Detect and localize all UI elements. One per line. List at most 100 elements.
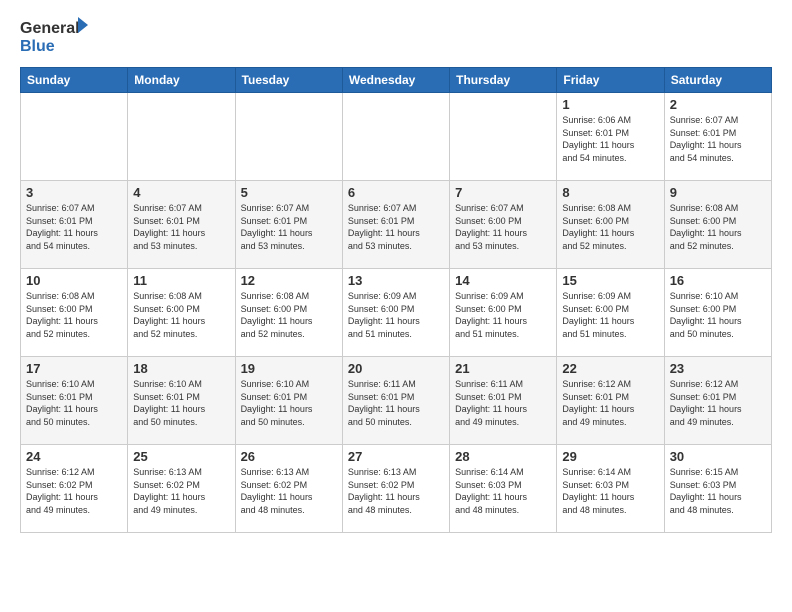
calendar-cell: 16 Sunrise: 6:10 AM Sunset: 6:00 PM Dayli… — [664, 269, 771, 357]
calendar-cell — [21, 93, 128, 181]
calendar-cell: 13 Sunrise: 6:09 AM Sunset: 6:00 PM Dayli… — [342, 269, 449, 357]
day-info: Sunrise: 6:10 AM Sunset: 6:01 PM Dayligh… — [26, 378, 122, 428]
day-info: Sunrise: 6:06 AM Sunset: 6:01 PM Dayligh… — [562, 114, 658, 164]
page: GeneralBlue SundayMondayTuesdayWednesday… — [0, 0, 792, 548]
day-number: 13 — [348, 273, 444, 288]
day-info: Sunrise: 6:08 AM Sunset: 6:00 PM Dayligh… — [241, 290, 337, 340]
day-info: Sunrise: 6:09 AM Sunset: 6:00 PM Dayligh… — [562, 290, 658, 340]
day-number: 24 — [26, 449, 122, 464]
weekday-header-row: SundayMondayTuesdayWednesdayThursdayFrid… — [21, 68, 772, 93]
day-info: Sunrise: 6:11 AM Sunset: 6:01 PM Dayligh… — [348, 378, 444, 428]
calendar-cell: 18Sunrise: 6:10 AM Sunset: 6:01 PM Dayli… — [128, 357, 235, 445]
day-info: Sunrise: 6:10 AM Sunset: 6:00 PM Dayligh… — [670, 290, 766, 340]
day-info: Sunrise: 6:13 AM Sunset: 6:02 PM Dayligh… — [348, 466, 444, 516]
calendar-cell: 26 Sunrise: 6:13 AM Sunset: 6:02 PM Dayli… — [235, 445, 342, 533]
calendar-cell: 6Sunrise: 6:07 AM Sunset: 6:01 PM Daylig… — [342, 181, 449, 269]
weekday-header-monday: Monday — [128, 68, 235, 93]
header: GeneralBlue — [20, 15, 772, 57]
day-info: Sunrise: 6:07 AM Sunset: 6:01 PM Dayligh… — [670, 114, 766, 164]
day-info: Sunrise: 6:13 AM Sunset: 6:02 PM Dayligh… — [133, 466, 229, 516]
day-number: 15 — [562, 273, 658, 288]
weekday-header-sunday: Sunday — [21, 68, 128, 93]
day-number: 7 — [455, 185, 551, 200]
day-number: 21 — [455, 361, 551, 376]
day-number: 23 — [670, 361, 766, 376]
day-info: Sunrise: 6:07 AM Sunset: 6:01 PM Dayligh… — [348, 202, 444, 252]
weekday-header-saturday: Saturday — [664, 68, 771, 93]
calendar-cell — [235, 93, 342, 181]
day-number: 29 — [562, 449, 658, 464]
day-info: Sunrise: 6:07 AM Sunset: 6:00 PM Dayligh… — [455, 202, 551, 252]
day-number: 19 — [241, 361, 337, 376]
day-number: 28 — [455, 449, 551, 464]
calendar-cell: 1 Sunrise: 6:06 AM Sunset: 6:01 PM Daylig… — [557, 93, 664, 181]
day-number: 4 — [133, 185, 229, 200]
day-number: 10 — [26, 273, 122, 288]
calendar-week-row: 1 Sunrise: 6:06 AM Sunset: 6:01 PM Daylig… — [21, 93, 772, 181]
day-info: Sunrise: 6:07 AM Sunset: 6:01 PM Dayligh… — [26, 202, 122, 252]
calendar-cell: 29 Sunrise: 6:14 AM Sunset: 6:03 PM Dayli… — [557, 445, 664, 533]
day-info: Sunrise: 6:10 AM Sunset: 6:01 PM Dayligh… — [241, 378, 337, 428]
day-number: 26 — [241, 449, 337, 464]
day-info: Sunrise: 6:14 AM Sunset: 6:03 PM Dayligh… — [562, 466, 658, 516]
day-number: 27 — [348, 449, 444, 464]
calendar-cell: 11 Sunrise: 6:08 AM Sunset: 6:00 PM Dayli… — [128, 269, 235, 357]
logo: GeneralBlue — [20, 15, 90, 57]
calendar-cell: 4 Sunrise: 6:07 AM Sunset: 6:01 PM Daylig… — [128, 181, 235, 269]
day-info: Sunrise: 6:07 AM Sunset: 6:01 PM Dayligh… — [241, 202, 337, 252]
calendar-cell: 8Sunrise: 6:08 AM Sunset: 6:00 PM Daylig… — [557, 181, 664, 269]
calendar-week-row: 24Sunrise: 6:12 AM Sunset: 6:02 PM Dayli… — [21, 445, 772, 533]
day-number: 9 — [670, 185, 766, 200]
calendar-cell: 25 Sunrise: 6:13 AM Sunset: 6:02 PM Dayli… — [128, 445, 235, 533]
calendar-cell: 17Sunrise: 6:10 AM Sunset: 6:01 PM Dayli… — [21, 357, 128, 445]
logo-svg: GeneralBlue — [20, 15, 90, 57]
calendar-cell — [342, 93, 449, 181]
day-info: Sunrise: 6:07 AM Sunset: 6:01 PM Dayligh… — [133, 202, 229, 252]
calendar-cell: 28 Sunrise: 6:14 AM Sunset: 6:03 PM Dayli… — [450, 445, 557, 533]
weekday-header-tuesday: Tuesday — [235, 68, 342, 93]
calendar-cell: 5 Sunrise: 6:07 AM Sunset: 6:01 PM Daylig… — [235, 181, 342, 269]
day-info: Sunrise: 6:12 AM Sunset: 6:01 PM Dayligh… — [670, 378, 766, 428]
calendar-cell: 30Sunrise: 6:15 AM Sunset: 6:03 PM Dayli… — [664, 445, 771, 533]
calendar-cell: 9 Sunrise: 6:08 AM Sunset: 6:00 PM Daylig… — [664, 181, 771, 269]
day-number: 20 — [348, 361, 444, 376]
day-info: Sunrise: 6:08 AM Sunset: 6:00 PM Dayligh… — [670, 202, 766, 252]
day-number: 2 — [670, 97, 766, 112]
calendar-cell: 2 Sunrise: 6:07 AM Sunset: 6:01 PM Daylig… — [664, 93, 771, 181]
svg-text:Blue: Blue — [20, 38, 55, 55]
day-info: Sunrise: 6:08 AM Sunset: 6:00 PM Dayligh… — [133, 290, 229, 340]
day-number: 16 — [670, 273, 766, 288]
calendar-cell: 7 Sunrise: 6:07 AM Sunset: 6:00 PM Daylig… — [450, 181, 557, 269]
svg-text:General: General — [20, 20, 80, 37]
day-info: Sunrise: 6:15 AM Sunset: 6:03 PM Dayligh… — [670, 466, 766, 516]
calendar-cell — [128, 93, 235, 181]
day-info: Sunrise: 6:08 AM Sunset: 6:00 PM Dayligh… — [26, 290, 122, 340]
calendar-cell: 23 Sunrise: 6:12 AM Sunset: 6:01 PM Dayli… — [664, 357, 771, 445]
calendar-table: SundayMondayTuesdayWednesdayThursdayFrid… — [20, 67, 772, 533]
calendar-cell: 24Sunrise: 6:12 AM Sunset: 6:02 PM Dayli… — [21, 445, 128, 533]
day-number: 25 — [133, 449, 229, 464]
calendar-week-row: 10 Sunrise: 6:08 AM Sunset: 6:00 PM Dayli… — [21, 269, 772, 357]
calendar-cell: 15 Sunrise: 6:09 AM Sunset: 6:00 PM Dayli… — [557, 269, 664, 357]
calendar-cell: 3 Sunrise: 6:07 AM Sunset: 6:01 PM Daylig… — [21, 181, 128, 269]
day-number: 11 — [133, 273, 229, 288]
day-number: 14 — [455, 273, 551, 288]
calendar-cell: 19 Sunrise: 6:10 AM Sunset: 6:01 PM Dayli… — [235, 357, 342, 445]
calendar-cell: 20 Sunrise: 6:11 AM Sunset: 6:01 PM Dayli… — [342, 357, 449, 445]
day-number: 12 — [241, 273, 337, 288]
day-number: 18 — [133, 361, 229, 376]
calendar-cell: 27 Sunrise: 6:13 AM Sunset: 6:02 PM Dayli… — [342, 445, 449, 533]
day-info: Sunrise: 6:09 AM Sunset: 6:00 PM Dayligh… — [348, 290, 444, 340]
weekday-header-friday: Friday — [557, 68, 664, 93]
day-number: 22 — [562, 361, 658, 376]
day-number: 1 — [562, 97, 658, 112]
day-info: Sunrise: 6:14 AM Sunset: 6:03 PM Dayligh… — [455, 466, 551, 516]
day-info: Sunrise: 6:08 AM Sunset: 6:00 PM Dayligh… — [562, 202, 658, 252]
day-number: 5 — [241, 185, 337, 200]
calendar-cell: 21 Sunrise: 6:11 AM Sunset: 6:01 PM Dayli… — [450, 357, 557, 445]
day-info: Sunrise: 6:12 AM Sunset: 6:01 PM Dayligh… — [562, 378, 658, 428]
day-info: Sunrise: 6:13 AM Sunset: 6:02 PM Dayligh… — [241, 466, 337, 516]
day-number: 3 — [26, 185, 122, 200]
calendar-cell: 14Sunrise: 6:09 AM Sunset: 6:00 PM Dayli… — [450, 269, 557, 357]
day-info: Sunrise: 6:11 AM Sunset: 6:01 PM Dayligh… — [455, 378, 551, 428]
